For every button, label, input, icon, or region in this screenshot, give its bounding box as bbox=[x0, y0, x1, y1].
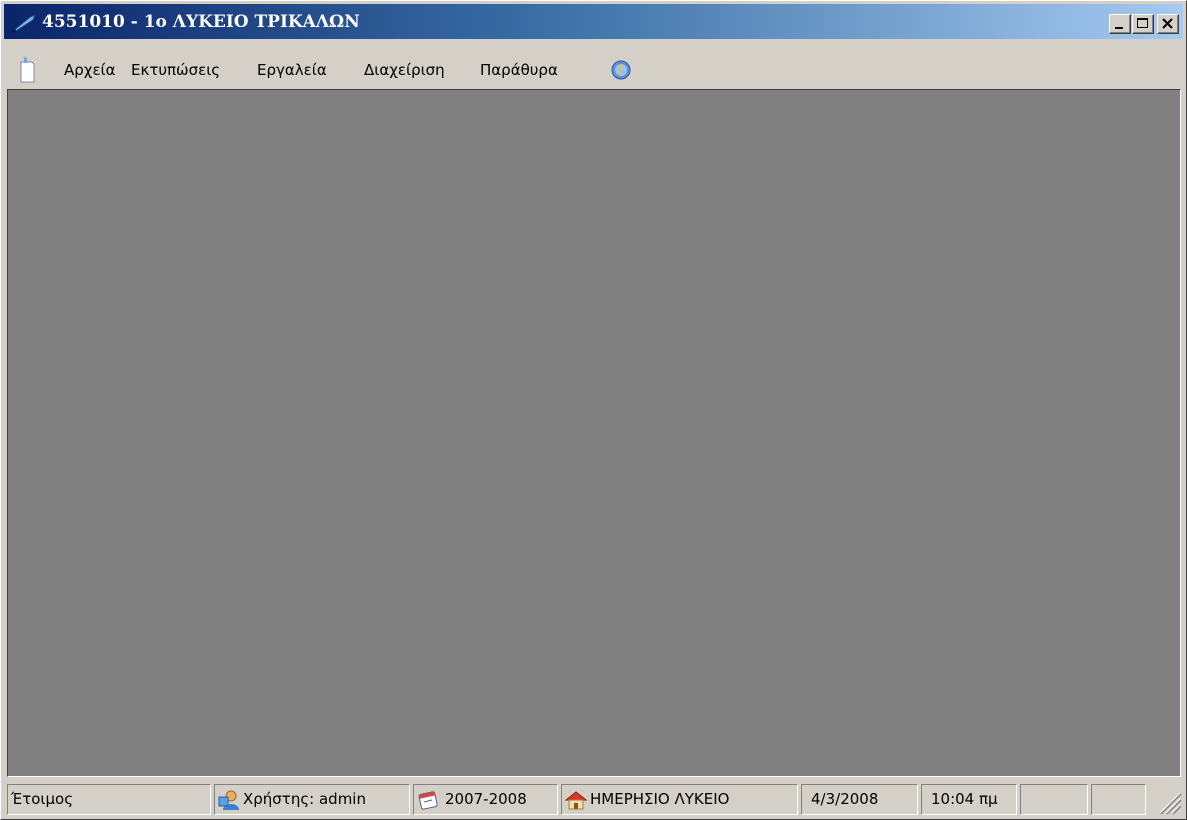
status-panel-empty-2 bbox=[1091, 784, 1146, 815]
mdi-workspace[interactable] bbox=[7, 89, 1181, 777]
status-panel-time: 10:04 πμ bbox=[921, 784, 1017, 815]
user-text: Χρήστης: admin bbox=[243, 790, 366, 808]
main-window: 4551010 - 1ο ΛΥΚΕΙΟ ΤΡΙΚΑΛΩΝ Αρχεία Εκτυ… bbox=[0, 0, 1187, 820]
status-text: Έτοιμος bbox=[11, 790, 73, 808]
user-icon bbox=[218, 790, 239, 810]
title-bar[interactable]: 4551010 - 1ο ΛΥΚΕΙΟ ΤΡΙΚΑΛΩΝ bbox=[4, 4, 1183, 39]
close-icon bbox=[1162, 18, 1173, 29]
maximize-icon bbox=[1137, 18, 1148, 28]
close-button[interactable] bbox=[1157, 14, 1179, 34]
status-panel-date: 4/3/2008 bbox=[801, 784, 918, 815]
menu-bar: Αρχεία Εκτυπώσεις Εργαλεία Διαχείριση Πα… bbox=[4, 53, 1183, 87]
date-text: 4/3/2008 bbox=[811, 790, 879, 808]
calendar-icon bbox=[418, 791, 438, 810]
school-year-text: 2007-2008 bbox=[445, 790, 527, 808]
info-icon[interactable] bbox=[610, 59, 632, 81]
menu-parathyra[interactable]: Παράθυρα bbox=[480, 61, 558, 79]
status-bar: Έτοιμος Χρήστης: admin 2007-2008 ΗΜΕΡΗΣΙ… bbox=[4, 781, 1184, 817]
minimize-icon bbox=[1115, 27, 1123, 29]
maximize-button[interactable] bbox=[1132, 14, 1154, 34]
document-icon[interactable] bbox=[14, 56, 40, 84]
window-title: 4551010 - 1ο ΛΥΚΕΙΟ ΤΡΙΚΑΛΩΝ bbox=[42, 12, 360, 32]
status-panel-user: Χρήστης: admin bbox=[214, 784, 410, 815]
status-panel-empty-1 bbox=[1020, 784, 1088, 815]
resize-grip-icon[interactable] bbox=[1156, 789, 1182, 815]
status-panel-ready: Έτοιμος bbox=[7, 784, 211, 815]
status-panel-school-year: 2007-2008 bbox=[413, 784, 558, 815]
house-icon bbox=[565, 791, 587, 810]
quill-pen-icon bbox=[11, 14, 36, 33]
menu-ektyposeis[interactable]: Εκτυπώσεις bbox=[131, 61, 220, 79]
time-text: 10:04 πμ bbox=[931, 790, 998, 808]
school-type-text: ΗΜΕΡΗΣΙΟ ΛΥΚΕΙΟ bbox=[590, 790, 730, 808]
status-panel-school-type: ΗΜΕΡΗΣΙΟ ΛΥΚΕΙΟ bbox=[561, 784, 798, 815]
menu-ergaleia[interactable]: Εργαλεία bbox=[257, 61, 327, 79]
menu-arxeia[interactable]: Αρχεία bbox=[64, 61, 116, 79]
minimize-button[interactable] bbox=[1109, 14, 1131, 34]
menu-diaxeirisi[interactable]: Διαχείριση bbox=[364, 61, 445, 79]
